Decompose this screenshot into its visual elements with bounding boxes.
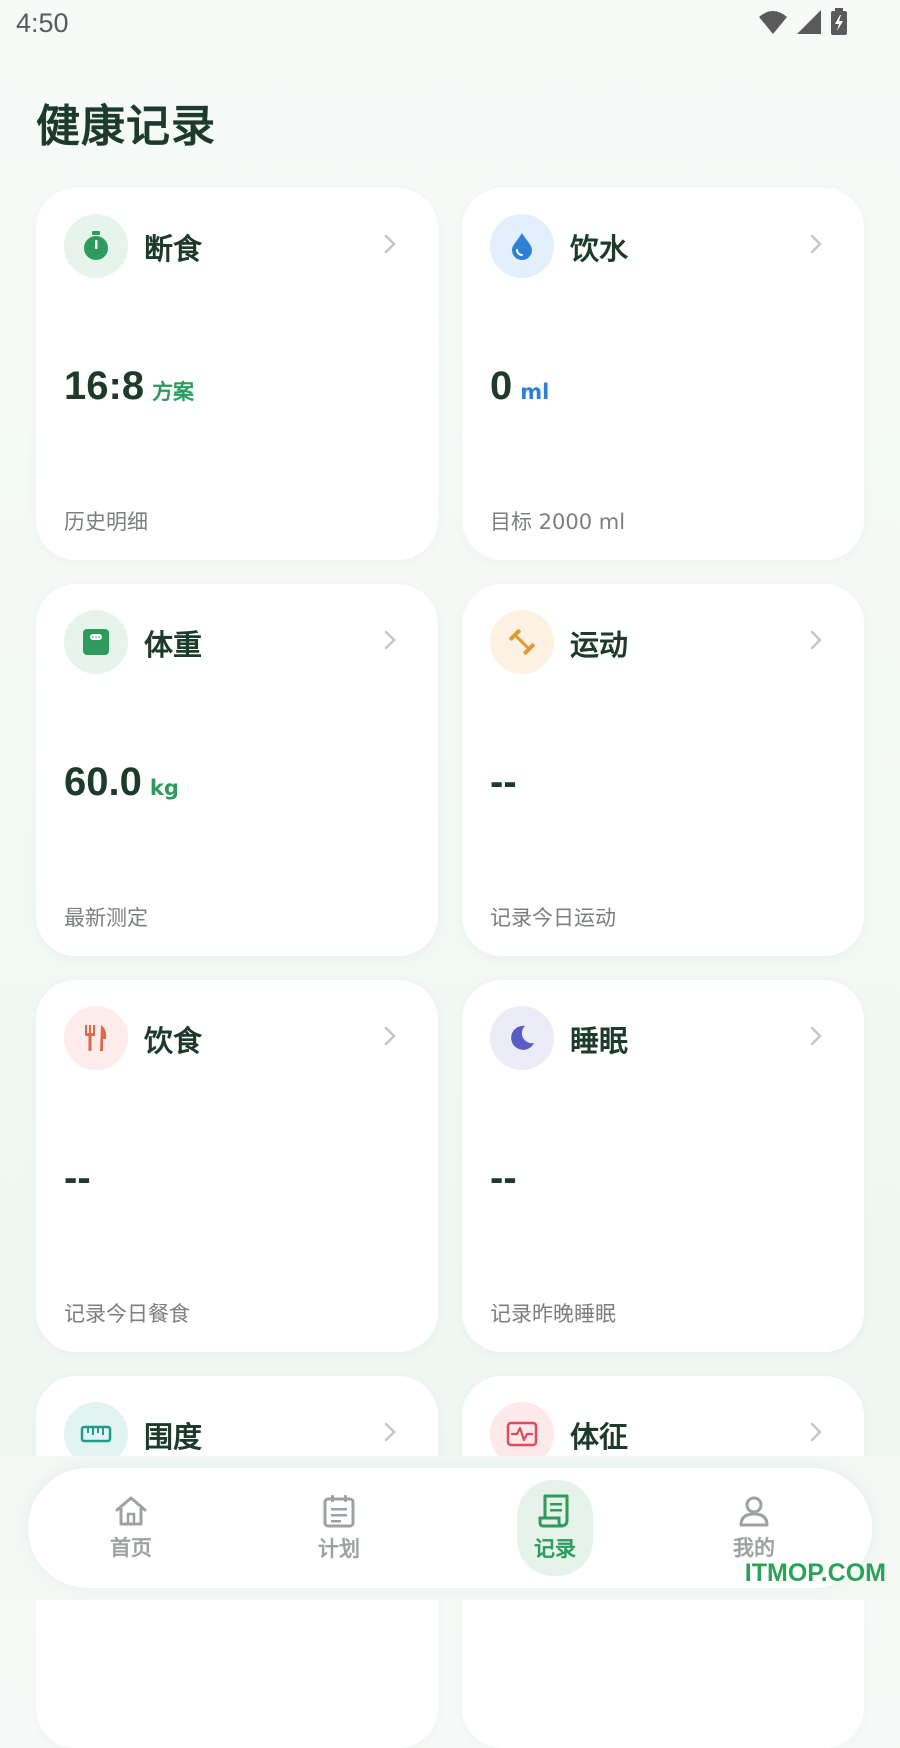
home-icon (115, 1496, 147, 1526)
card-icon-wrap (64, 214, 128, 278)
chevron-right-icon (810, 1422, 822, 1442)
card-title: 断食 (144, 232, 203, 266)
card-icon-wrap (64, 610, 128, 674)
card-water[interactable]: 饮水 0 ml 目标 2000 ml (462, 188, 864, 560)
battery-icon (831, 8, 847, 35)
card-fasting[interactable]: 断食 16:8 方案 历史明细 (36, 188, 438, 560)
card-title: 饮水 (570, 232, 629, 266)
card-value-unit: kg (149, 776, 179, 800)
moon-icon (511, 1025, 534, 1050)
status-icons (758, 8, 848, 36)
signal-icon (797, 10, 821, 34)
nav-label: 首页 (110, 1536, 152, 1560)
profile-icon (739, 1496, 769, 1527)
card-value-unit: ml (520, 380, 550, 404)
card-icon-wrap (490, 214, 554, 278)
watermark: ITMOP.COM (744, 1559, 886, 1587)
card-value-number: -- (490, 1156, 517, 1200)
page-title: 健康记录 (36, 101, 216, 152)
card-icon-wrap (64, 1006, 128, 1070)
card-subtitle: 记录今日运动 (490, 906, 616, 930)
ruler-icon (80, 1425, 112, 1443)
card-value: -- (490, 1156, 525, 1201)
nav-label: 记录 (534, 1537, 576, 1561)
vitals-icon (506, 1421, 538, 1447)
status-time: 4:50 (16, 8, 69, 38)
card-subtitle: 最新测定 (64, 906, 148, 930)
card-title: 运动 (570, 628, 629, 662)
scale-icon (83, 629, 109, 655)
water-drop-icon (512, 233, 532, 260)
nav-item-home[interactable]: 首页 (85, 1480, 177, 1576)
card-value-number: 16:8 (64, 364, 145, 408)
card-title: 体重 (144, 628, 203, 662)
chevron-right-icon (384, 630, 396, 650)
record-icon (538, 1494, 569, 1528)
nav-label: 计划 (318, 1537, 360, 1561)
card-title: 睡眠 (570, 1024, 629, 1058)
card-value: -- (490, 760, 525, 805)
nav-item-record[interactable]: 记录 (517, 1480, 593, 1576)
card-value: 60.0 kg (64, 760, 179, 805)
nav-label: 我的 (733, 1536, 775, 1560)
card-value-number: -- (490, 760, 517, 804)
card-title: 体征 (570, 1420, 629, 1454)
card-value: -- (64, 1156, 99, 1201)
chevron-right-icon (384, 1422, 396, 1442)
card-value-number: 60.0 (64, 760, 142, 804)
wifi-icon (759, 11, 787, 34)
fork-knife-icon (85, 1025, 107, 1051)
card-subtitle: 历史明细 (64, 510, 148, 534)
nav-item-plan[interactable]: 计划 (293, 1480, 385, 1576)
status-bar: 4:50 (0, 0, 900, 52)
card-value-unit: 方案 (152, 380, 195, 404)
card-value: 0 ml (490, 364, 549, 409)
card-value-number: 0 (490, 364, 513, 408)
card-exercise[interactable]: 运动 -- 记录今日运动 (462, 584, 864, 956)
card-weight[interactable]: 体重 60.0 kg 最新测定 (36, 584, 438, 956)
card-value: 16:8 方案 (64, 364, 194, 409)
card-subtitle: 目标 2000 ml (490, 510, 626, 534)
card-subtitle: 记录昨晚睡眠 (490, 1302, 616, 1326)
chevron-right-icon (810, 1026, 822, 1046)
card-icon-wrap (490, 610, 554, 674)
calendar-icon (323, 1495, 355, 1528)
stopwatch-icon (84, 231, 108, 260)
chevron-right-icon (810, 234, 822, 254)
card-subtitle: 记录今日餐食 (64, 1302, 190, 1326)
card-diet[interactable]: 饮食 -- 记录今日餐食 (36, 980, 438, 1352)
chevron-right-icon (384, 234, 396, 254)
card-icon-wrap (490, 1006, 554, 1070)
card-sleep[interactable]: 睡眠 -- 记录昨晚睡眠 (462, 980, 864, 1352)
card-title: 饮食 (144, 1024, 203, 1058)
chevron-right-icon (810, 630, 822, 650)
dumbbell-icon (509, 629, 535, 655)
card-value-number: -- (64, 1156, 91, 1200)
card-title: 围度 (144, 1420, 203, 1454)
chevron-right-icon (384, 1026, 396, 1046)
